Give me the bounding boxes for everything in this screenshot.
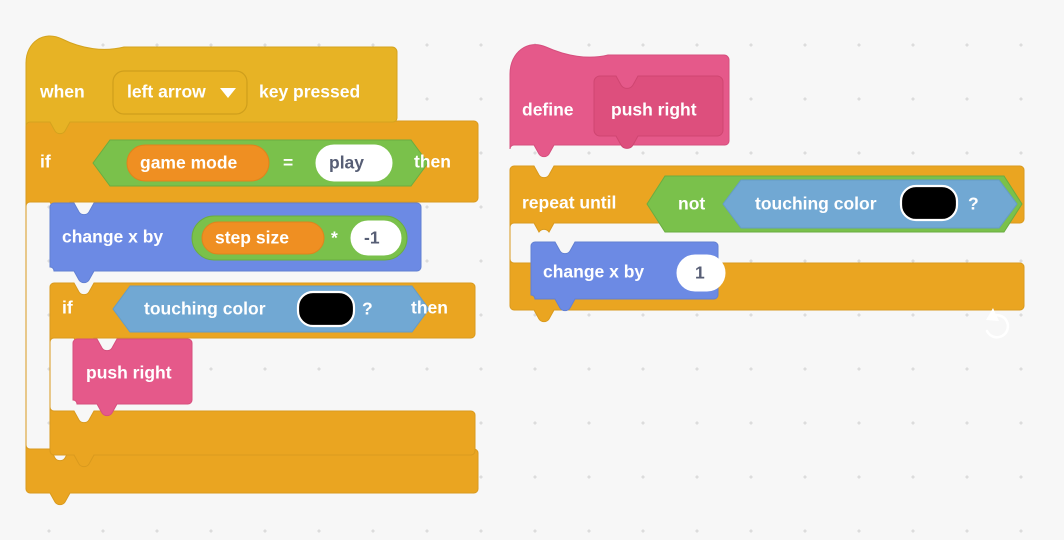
- not-operator-label: not: [678, 194, 705, 214]
- push-right-call-label: push right: [86, 363, 172, 383]
- if-outer-then-label: then: [414, 152, 451, 172]
- change-x-by-label: change x by: [543, 262, 644, 282]
- when-prefix-label: when: [39, 82, 85, 102]
- touching-color-question: ?: [968, 194, 979, 214]
- define-keyword: define: [522, 100, 574, 120]
- color-swatch[interactable]: [899, 184, 959, 222]
- touching-color-label: touching color: [755, 194, 877, 214]
- multiplier-value: -1: [364, 228, 380, 248]
- when-left-arrow-key-pressed-script[interactable]: when left arrow key pressed if game mode…: [25, 35, 496, 506]
- change-x-by-label: change x by: [62, 227, 163, 247]
- play-value-label: play: [329, 153, 364, 173]
- touching-color-question: ?: [362, 299, 373, 319]
- loop-arrow-icon: [985, 308, 1010, 339]
- change-x-value: 1: [695, 263, 705, 283]
- procedure-name-label: push right: [611, 100, 697, 120]
- touching-color-label: touching color: [144, 299, 266, 319]
- if-inner-then-label: then: [411, 298, 448, 318]
- equals-symbol: =: [283, 153, 293, 173]
- if-outer-keyword: if: [40, 152, 51, 172]
- step-size-variable-label: step size: [215, 228, 289, 248]
- block-workspace[interactable]: when left arrow key pressed if game mode…: [0, 0, 1064, 540]
- multiply-symbol: *: [331, 228, 338, 248]
- define-push-right-script[interactable]: repeat until not touching color ? define…: [509, 44, 1030, 358]
- key-pressed-suffix-label: key pressed: [259, 82, 360, 102]
- game-mode-variable-label: game mode: [140, 153, 238, 173]
- repeat-until-label: repeat until: [522, 193, 616, 213]
- key-dropdown-value: left arrow: [127, 82, 206, 102]
- color-swatch[interactable]: [296, 290, 356, 328]
- if-inner-keyword: if: [62, 298, 73, 318]
